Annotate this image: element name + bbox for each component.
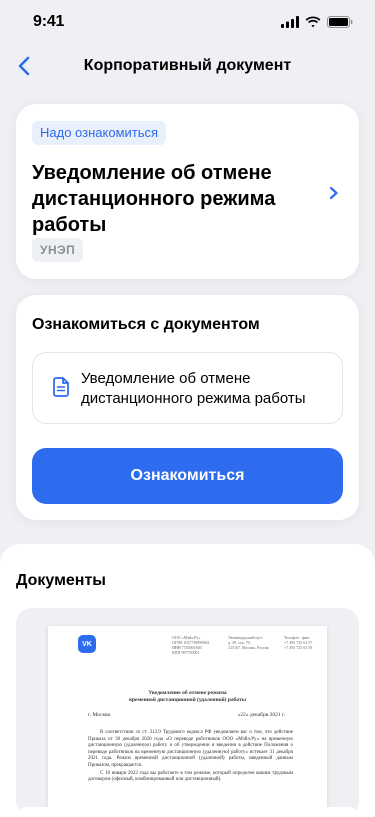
fax-number: +7 495 725 63 59	[284, 645, 313, 650]
document-card[interactable]: Надо ознакомиться Уведомление об отмене …	[16, 104, 359, 279]
company-address: Ленинградский пр-т д. 39, стр. 79, 12516…	[228, 635, 269, 650]
preview-body: В соответствии со ст. 312.9 Трудового ко…	[88, 730, 293, 784]
company-info: ООО «Мэйл.Ру» ОГРН 1027739850962 ИНН 774…	[172, 635, 209, 655]
status-badge: Надо ознакомиться	[32, 121, 167, 145]
page-title: Корпоративный документ	[83, 57, 292, 74]
acknowledge-button[interactable]: Ознакомиться	[32, 448, 343, 504]
preview-doc-title-line: временной дистанционной (удаленной) рабо…	[128, 697, 247, 703]
documents-sheet: Документы VK ООО «Мэйл.Ру» ОГРН 10277398…	[0, 544, 375, 817]
status-time: 9:41	[33, 13, 65, 30]
document-title: Уведомление об отмене дистанционного реж…	[32, 162, 276, 236]
status-bar: 9:41	[0, 0, 375, 44]
cellular-signal-icon	[281, 16, 299, 28]
documents-title: Документы	[16, 572, 106, 589]
next-document-card-edge	[16, 807, 359, 817]
signature-type-badge: УНЭП	[32, 238, 84, 262]
document-page: VK ООО «Мэйл.Ру» ОГРН 1027739850962 ИНН …	[48, 626, 327, 817]
file-name: Уведомление об отмене дистанционного реж…	[81, 370, 306, 407]
chevron-left-icon	[18, 56, 30, 76]
attached-file[interactable]: Уведомление об отмене дистанционного реж…	[32, 352, 343, 424]
company-phones: Телефон · факс +7 495 725 63 57 +7 495 7…	[284, 635, 312, 650]
acknowledge-card: Ознакомиться с документом Уведомление об…	[16, 295, 359, 520]
preview-date: «22» декабря 2021 г.	[237, 712, 285, 718]
preview-paragraph: С 10 января 2022 года вы работаете в том…	[88, 770, 293, 783]
navigation-bar: Корпоративный документ	[0, 44, 375, 88]
document-icon	[53, 377, 69, 397]
battery-icon	[327, 16, 353, 28]
preview-city: г. Москва	[88, 712, 111, 718]
preview-doc-title-line: Уведомление об отмене режима	[148, 690, 227, 696]
address-line: 125167, Москва, Россия	[228, 645, 269, 650]
document-preview[interactable]: VK ООО «Мэйл.Ру» ОГРН 1027739850962 ИНН …	[16, 608, 359, 817]
preview-doc-title: Уведомление об отмене режима временной д…	[48, 690, 327, 704]
chevron-right-icon	[329, 186, 338, 200]
company-kpp: КПП 997750001	[172, 650, 200, 655]
back-button[interactable]	[10, 52, 38, 80]
wifi-icon	[305, 16, 321, 28]
vk-logo: VK	[78, 635, 96, 653]
acknowledge-title: Ознакомиться с документом	[32, 316, 260, 333]
preview-paragraph: В соответствии со ст. 312.9 Трудового ко…	[88, 730, 293, 768]
status-icons	[281, 16, 353, 28]
